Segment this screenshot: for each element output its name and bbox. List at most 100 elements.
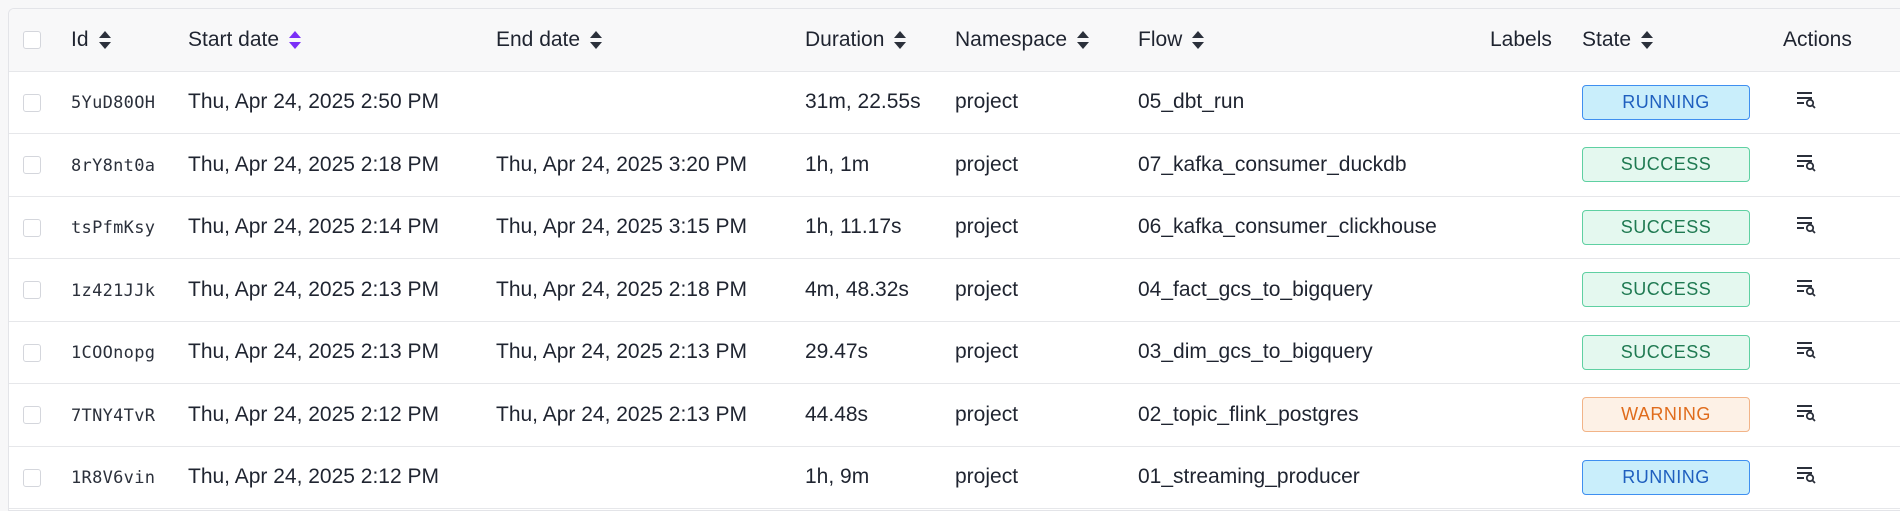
logs-icon[interactable] — [1795, 339, 1817, 359]
status-badge: WARNING — [1582, 397, 1750, 433]
column-label-start-date: Start date — [188, 27, 280, 51]
row-checkbox[interactable] — [23, 343, 41, 362]
namespace[interactable]: project — [955, 465, 1018, 488]
sort-icon[interactable] — [288, 30, 302, 50]
namespace-cell[interactable]: project — [955, 133, 1138, 197]
namespace[interactable]: project — [955, 215, 1018, 238]
flow-cell[interactable]: 01_streaming_producer — [1138, 446, 1490, 509]
select-all-checkbox[interactable] — [23, 31, 41, 50]
labels-cell — [1490, 196, 1582, 259]
logs-icon[interactable] — [1795, 214, 1817, 234]
flow-name[interactable]: 02_topic_flink_postgres — [1138, 403, 1359, 426]
sort-icon[interactable] — [1076, 30, 1090, 50]
sort-icon[interactable] — [893, 30, 907, 50]
start-date: Thu, Apr 24, 2025 2:14 PM — [188, 215, 439, 239]
column-header-end-date[interactable]: End date — [496, 9, 805, 72]
flow-cell[interactable]: 04_fact_gcs_to_bigquery — [1138, 258, 1490, 322]
namespace-cell[interactable]: project — [955, 383, 1138, 447]
sort-icon[interactable] — [98, 30, 112, 50]
flow-name[interactable]: 04_fact_gcs_to_bigquery — [1138, 278, 1373, 301]
flow-name[interactable]: 01_streaming_producer — [1138, 465, 1360, 488]
execution-id-cell[interactable]: 1z421JJk — [71, 258, 188, 322]
execution-id[interactable]: 8rY8nt0a — [71, 156, 155, 176]
table-row[interactable]: tsPfmKsy Thu, Apr 24, 2025 2:14 PM Thu, Ap… — [9, 196, 1900, 259]
namespace[interactable]: project — [955, 278, 1018, 301]
actions-cell — [1783, 446, 1900, 509]
namespace-cell[interactable]: project — [955, 446, 1138, 509]
actions-cell — [1783, 71, 1900, 134]
namespace[interactable]: project — [955, 153, 1018, 176]
flow-cell[interactable]: 06_kafka_consumer_clickhouse — [1138, 196, 1490, 259]
execution-id[interactable]: tsPfmKsy — [71, 218, 155, 238]
logs-icon[interactable] — [1795, 89, 1817, 109]
execution-id[interactable]: 1z421JJk — [71, 281, 155, 301]
column-header-duration[interactable]: Duration — [805, 9, 955, 72]
namespace[interactable]: project — [955, 90, 1018, 113]
column-header-id[interactable]: Id — [71, 9, 188, 72]
logs-icon[interactable] — [1795, 464, 1817, 484]
flow-name[interactable]: 03_dim_gcs_to_bigquery — [1138, 340, 1373, 363]
namespace[interactable]: project — [955, 340, 1018, 363]
namespace-cell[interactable]: project — [955, 258, 1138, 322]
execution-id-cell[interactable]: tsPfmKsy — [71, 196, 188, 259]
namespace-cell[interactable]: project — [955, 321, 1138, 384]
select-all-cell — [9, 9, 71, 72]
namespace-cell[interactable]: project — [955, 196, 1138, 259]
row-checkbox[interactable] — [23, 468, 41, 487]
execution-id[interactable]: 1COOnopg — [71, 343, 155, 363]
execution-id[interactable]: 5YuD80OH — [71, 93, 155, 113]
execution-id-cell[interactable]: 1R8V6vin — [71, 446, 188, 509]
sort-icon[interactable] — [1191, 30, 1205, 50]
table-row[interactable]: 1COOnopg Thu, Apr 24, 2025 2:13 PM Thu, Ap… — [9, 321, 1900, 384]
flow-cell[interactable]: 07_kafka_consumer_duckdb — [1138, 133, 1490, 197]
end-date-cell: Thu, Apr 24, 2025 2:18 PM — [496, 258, 805, 322]
execution-id-cell[interactable]: 7TNY4TvR — [71, 383, 188, 447]
actions-cell — [1783, 133, 1900, 197]
execution-id-cell[interactable]: 5YuD80OH — [71, 71, 188, 134]
execution-id[interactable]: 7TNY4TvR — [71, 406, 155, 426]
row-checkbox[interactable] — [23, 218, 41, 237]
row-checkbox[interactable] — [23, 281, 41, 300]
row-select-cell — [9, 446, 71, 509]
table-row[interactable]: 1z421JJk Thu, Apr 24, 2025 2:13 PM Thu, Ap… — [9, 258, 1900, 322]
column-header-start-date[interactable]: Start date — [188, 9, 496, 72]
table-row[interactable]: 5YuD80OH Thu, Apr 24, 2025 2:50 PM 31m, 22… — [9, 71, 1900, 134]
flow-cell[interactable]: 02_topic_flink_postgres — [1138, 383, 1490, 447]
namespace-cell[interactable]: project — [955, 71, 1138, 134]
execution-id[interactable]: 1R8V6vin — [71, 468, 155, 488]
actions-cell — [1783, 321, 1900, 384]
flow-cell[interactable]: 03_dim_gcs_to_bigquery — [1138, 321, 1490, 384]
sort-icon[interactable] — [589, 30, 603, 50]
end-date: Thu, Apr 24, 2025 2:13 PM — [496, 340, 747, 364]
row-select-cell — [9, 258, 71, 322]
end-date-cell: Thu, Apr 24, 2025 2:13 PM — [496, 383, 805, 447]
sort-icon[interactable] — [1640, 30, 1654, 50]
end-date: Thu, Apr 24, 2025 3:20 PM — [496, 152, 747, 176]
row-checkbox[interactable] — [23, 93, 41, 112]
executions-table: Id Start date End date Duration Namespac… — [8, 8, 1900, 511]
logs-icon[interactable] — [1795, 277, 1817, 297]
column-label-state: State — [1582, 27, 1632, 51]
logs-icon[interactable] — [1795, 402, 1817, 422]
execution-id-cell[interactable]: 8rY8nt0a — [71, 133, 188, 197]
logs-icon[interactable] — [1795, 152, 1817, 172]
namespace[interactable]: project — [955, 403, 1018, 426]
table-row[interactable]: 8rY8nt0a Thu, Apr 24, 2025 2:18 PM Thu, Ap… — [9, 133, 1900, 197]
table-row[interactable]: 7TNY4TvR Thu, Apr 24, 2025 2:12 PM Thu, Ap… — [9, 383, 1900, 447]
column-header-namespace[interactable]: Namespace — [955, 9, 1138, 72]
column-header-flow[interactable]: Flow — [1138, 9, 1490, 72]
row-checkbox[interactable] — [23, 406, 41, 425]
flow-name[interactable]: 06_kafka_consumer_clickhouse — [1138, 215, 1437, 238]
status-badge: RUNNING — [1582, 84, 1750, 120]
executions-grid: Id Start date End date Duration Namespac… — [9, 9, 1900, 509]
start-date: Thu, Apr 24, 2025 2:18 PM — [188, 152, 439, 176]
flow-name[interactable]: 07_kafka_consumer_duckdb — [1138, 153, 1407, 176]
column-label-flow: Flow — [1138, 27, 1183, 51]
row-checkbox[interactable] — [23, 156, 41, 175]
table-body: 5YuD80OH Thu, Apr 24, 2025 2:50 PM 31m, 22… — [9, 71, 1900, 509]
table-row[interactable]: 1R8V6vin Thu, Apr 24, 2025 2:12 PM 1h, 9m p… — [9, 446, 1900, 509]
flow-cell[interactable]: 05_dbt_run — [1138, 71, 1490, 134]
column-header-state[interactable]: State — [1582, 9, 1783, 72]
flow-name[interactable]: 05_dbt_run — [1138, 90, 1244, 113]
execution-id-cell[interactable]: 1COOnopg — [71, 321, 188, 384]
